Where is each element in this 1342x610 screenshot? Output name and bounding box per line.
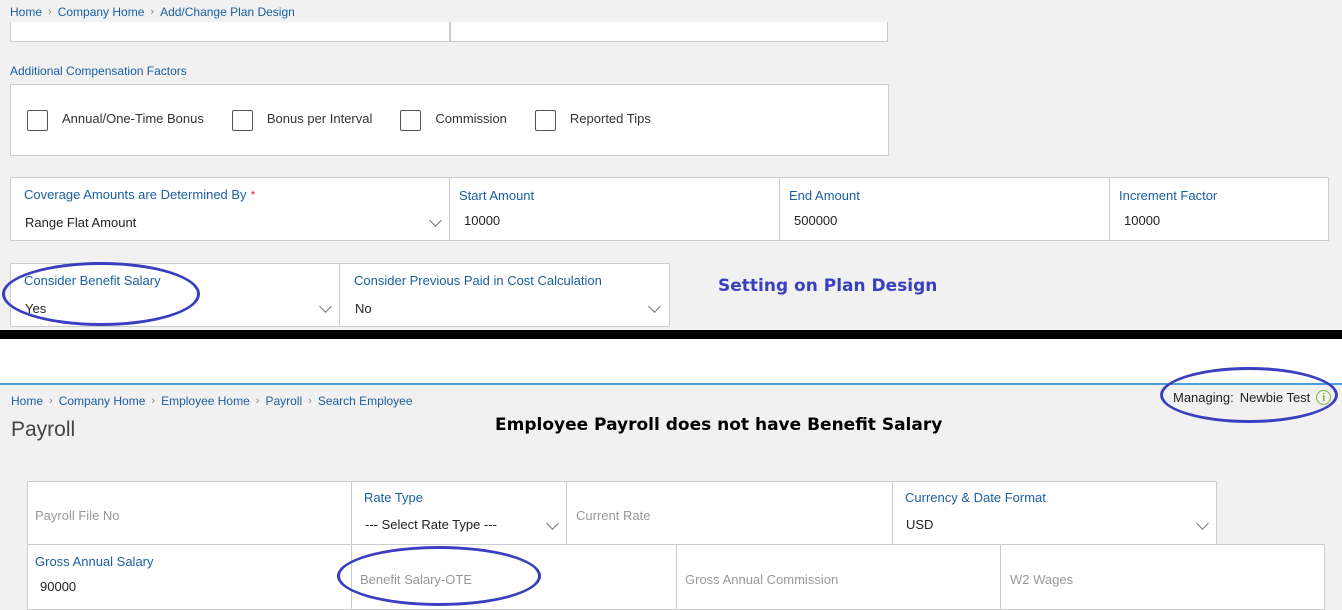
rate-type-select[interactable]: Rate Type --- Select Rate Type --- [351,481,567,545]
additional-compensation-box: Annual/One-Time Bonus Bonus per Interval… [10,84,889,156]
start-amount-field[interactable]: Start Amount 10000 [450,177,780,241]
checkbox-annual-one-time-bonus[interactable] [27,110,48,131]
breadcrumb-add-change-plan-design[interactable]: Add/Change Plan Design [160,5,295,19]
partial-field-box-right [450,22,888,42]
breadcrumb-separator-icon: › [150,6,155,18]
page-title: Payroll [11,418,76,441]
rate-type-value: --- Select Rate Type --- [365,517,497,532]
breadcrumb-payroll[interactable]: Payroll [265,394,302,408]
breadcrumb: Home › Company Home › Add/Change Plan De… [10,5,295,19]
consider-benefit-salary-select[interactable]: Consider Benefit Salary Yes [10,263,340,327]
breadcrumb-separator-icon: › [255,395,260,407]
gross-annual-salary-value: 90000 [40,579,77,594]
current-rate-placeholder: Current Rate [576,508,651,523]
currency-date-format-label: Currency & Date Format [905,490,1046,505]
info-icon[interactable]: i [1316,390,1332,405]
gross-annual-commission-field[interactable]: Gross Annual Commission [676,544,1001,610]
section-divider [0,330,1342,339]
currency-date-format-value: USD [906,517,934,532]
benefit-salary-ote-placeholder: Benefit Salary-OTE [360,572,472,587]
breadcrumb-company-home[interactable]: Company Home [58,5,145,19]
gross-annual-salary-field[interactable]: Gross Annual Salary 90000 [27,544,352,610]
breadcrumb-separator-icon: › [151,395,156,407]
breadcrumb-employee-home[interactable]: Employee Home [161,394,250,408]
payroll-file-no-field[interactable]: Payroll File No [27,481,352,545]
start-amount-label: Start Amount [459,188,535,203]
breadcrumb-search-employee[interactable]: Search Employee [318,394,413,408]
currency-date-format-select[interactable]: Currency & Date Format USD [892,481,1217,545]
additional-compensation-label: Additional Compensation Factors [10,64,187,78]
checkbox-label: Bonus per Interval [266,111,373,126]
white-gap [0,339,1342,383]
checkbox-commission[interactable] [400,110,422,131]
breadcrumb-company-home[interactable]: Company Home [59,394,146,408]
checkbox-reported-tips[interactable] [534,110,556,131]
current-rate-field[interactable]: Current Rate [566,481,893,545]
chevron-down-icon [648,300,661,313]
managing-indicator: Managing: Newbie Test i [1173,390,1332,405]
increment-factor-field[interactable]: Increment Factor 10000 [1109,177,1329,241]
chevron-down-icon [546,517,559,530]
end-amount-field[interactable]: End Amount 500000 [779,177,1110,241]
chevron-down-icon [429,214,442,227]
end-amount-value: 500000 [794,213,838,228]
managing-label: Managing: [1173,390,1234,405]
start-amount-value: 10000 [464,213,501,228]
breadcrumb: Home › Company Home › Employee Home › Pa… [11,394,413,408]
consider-benefit-salary-value: Yes [25,301,47,316]
managing-user: Newbie Test [1239,390,1311,405]
breadcrumb-separator-icon: › [49,395,53,407]
checkbox-label: Annual/One-Time Bonus [62,111,204,126]
accent-line [0,383,1342,385]
payroll-file-no-placeholder: Payroll File No [35,508,120,523]
coverage-amount-select[interactable]: Coverage Amounts are Determined By * Rang… [10,177,450,241]
increment-factor-label: Increment Factor [1119,188,1218,203]
consider-previous-paid-select[interactable]: Consider Previous Paid in Cost Calculati… [339,263,670,327]
breadcrumb-separator-icon: › [308,395,312,407]
consider-previous-paid-value: No [355,301,372,316]
chevron-down-icon [1196,517,1209,530]
w2-wages-field[interactable]: W2 Wages [1000,544,1325,610]
increment-factor-value: 10000 [1124,213,1161,228]
required-asterisk: * [250,188,256,202]
gross-annual-salary-label: Gross Annual Salary [35,554,154,569]
plan-design-annotation: Setting on Plan Design [718,276,938,296]
rate-type-label: Rate Type [364,490,424,505]
end-amount-label: End Amount [789,188,860,203]
payroll-annotation: Employee Payroll does not have Benefit S… [495,415,943,435]
breadcrumb-home[interactable]: Home [11,394,43,408]
benefit-salary-ote-field[interactable]: Benefit Salary-OTE [351,544,677,610]
w2-wages-placeholder: W2 Wages [1010,572,1074,587]
checkbox-label: Reported Tips [569,111,651,126]
breadcrumb-separator-icon: › [48,6,52,18]
partial-field-box [10,22,450,42]
checkbox-label: Commission [435,111,507,126]
checkbox-bonus-per-interval[interactable] [231,110,253,131]
breadcrumb-home[interactable]: Home [10,5,42,19]
consider-benefit-salary-label: Consider Benefit Salary [24,273,161,288]
chevron-down-icon [319,300,332,313]
coverage-value: Range Flat Amount [25,215,137,230]
coverage-label: Coverage Amounts are Determined By [24,187,247,202]
gross-annual-commission-placeholder: Gross Annual Commission [685,572,839,587]
consider-previous-paid-label: Consider Previous Paid in Cost Calculati… [354,273,602,288]
